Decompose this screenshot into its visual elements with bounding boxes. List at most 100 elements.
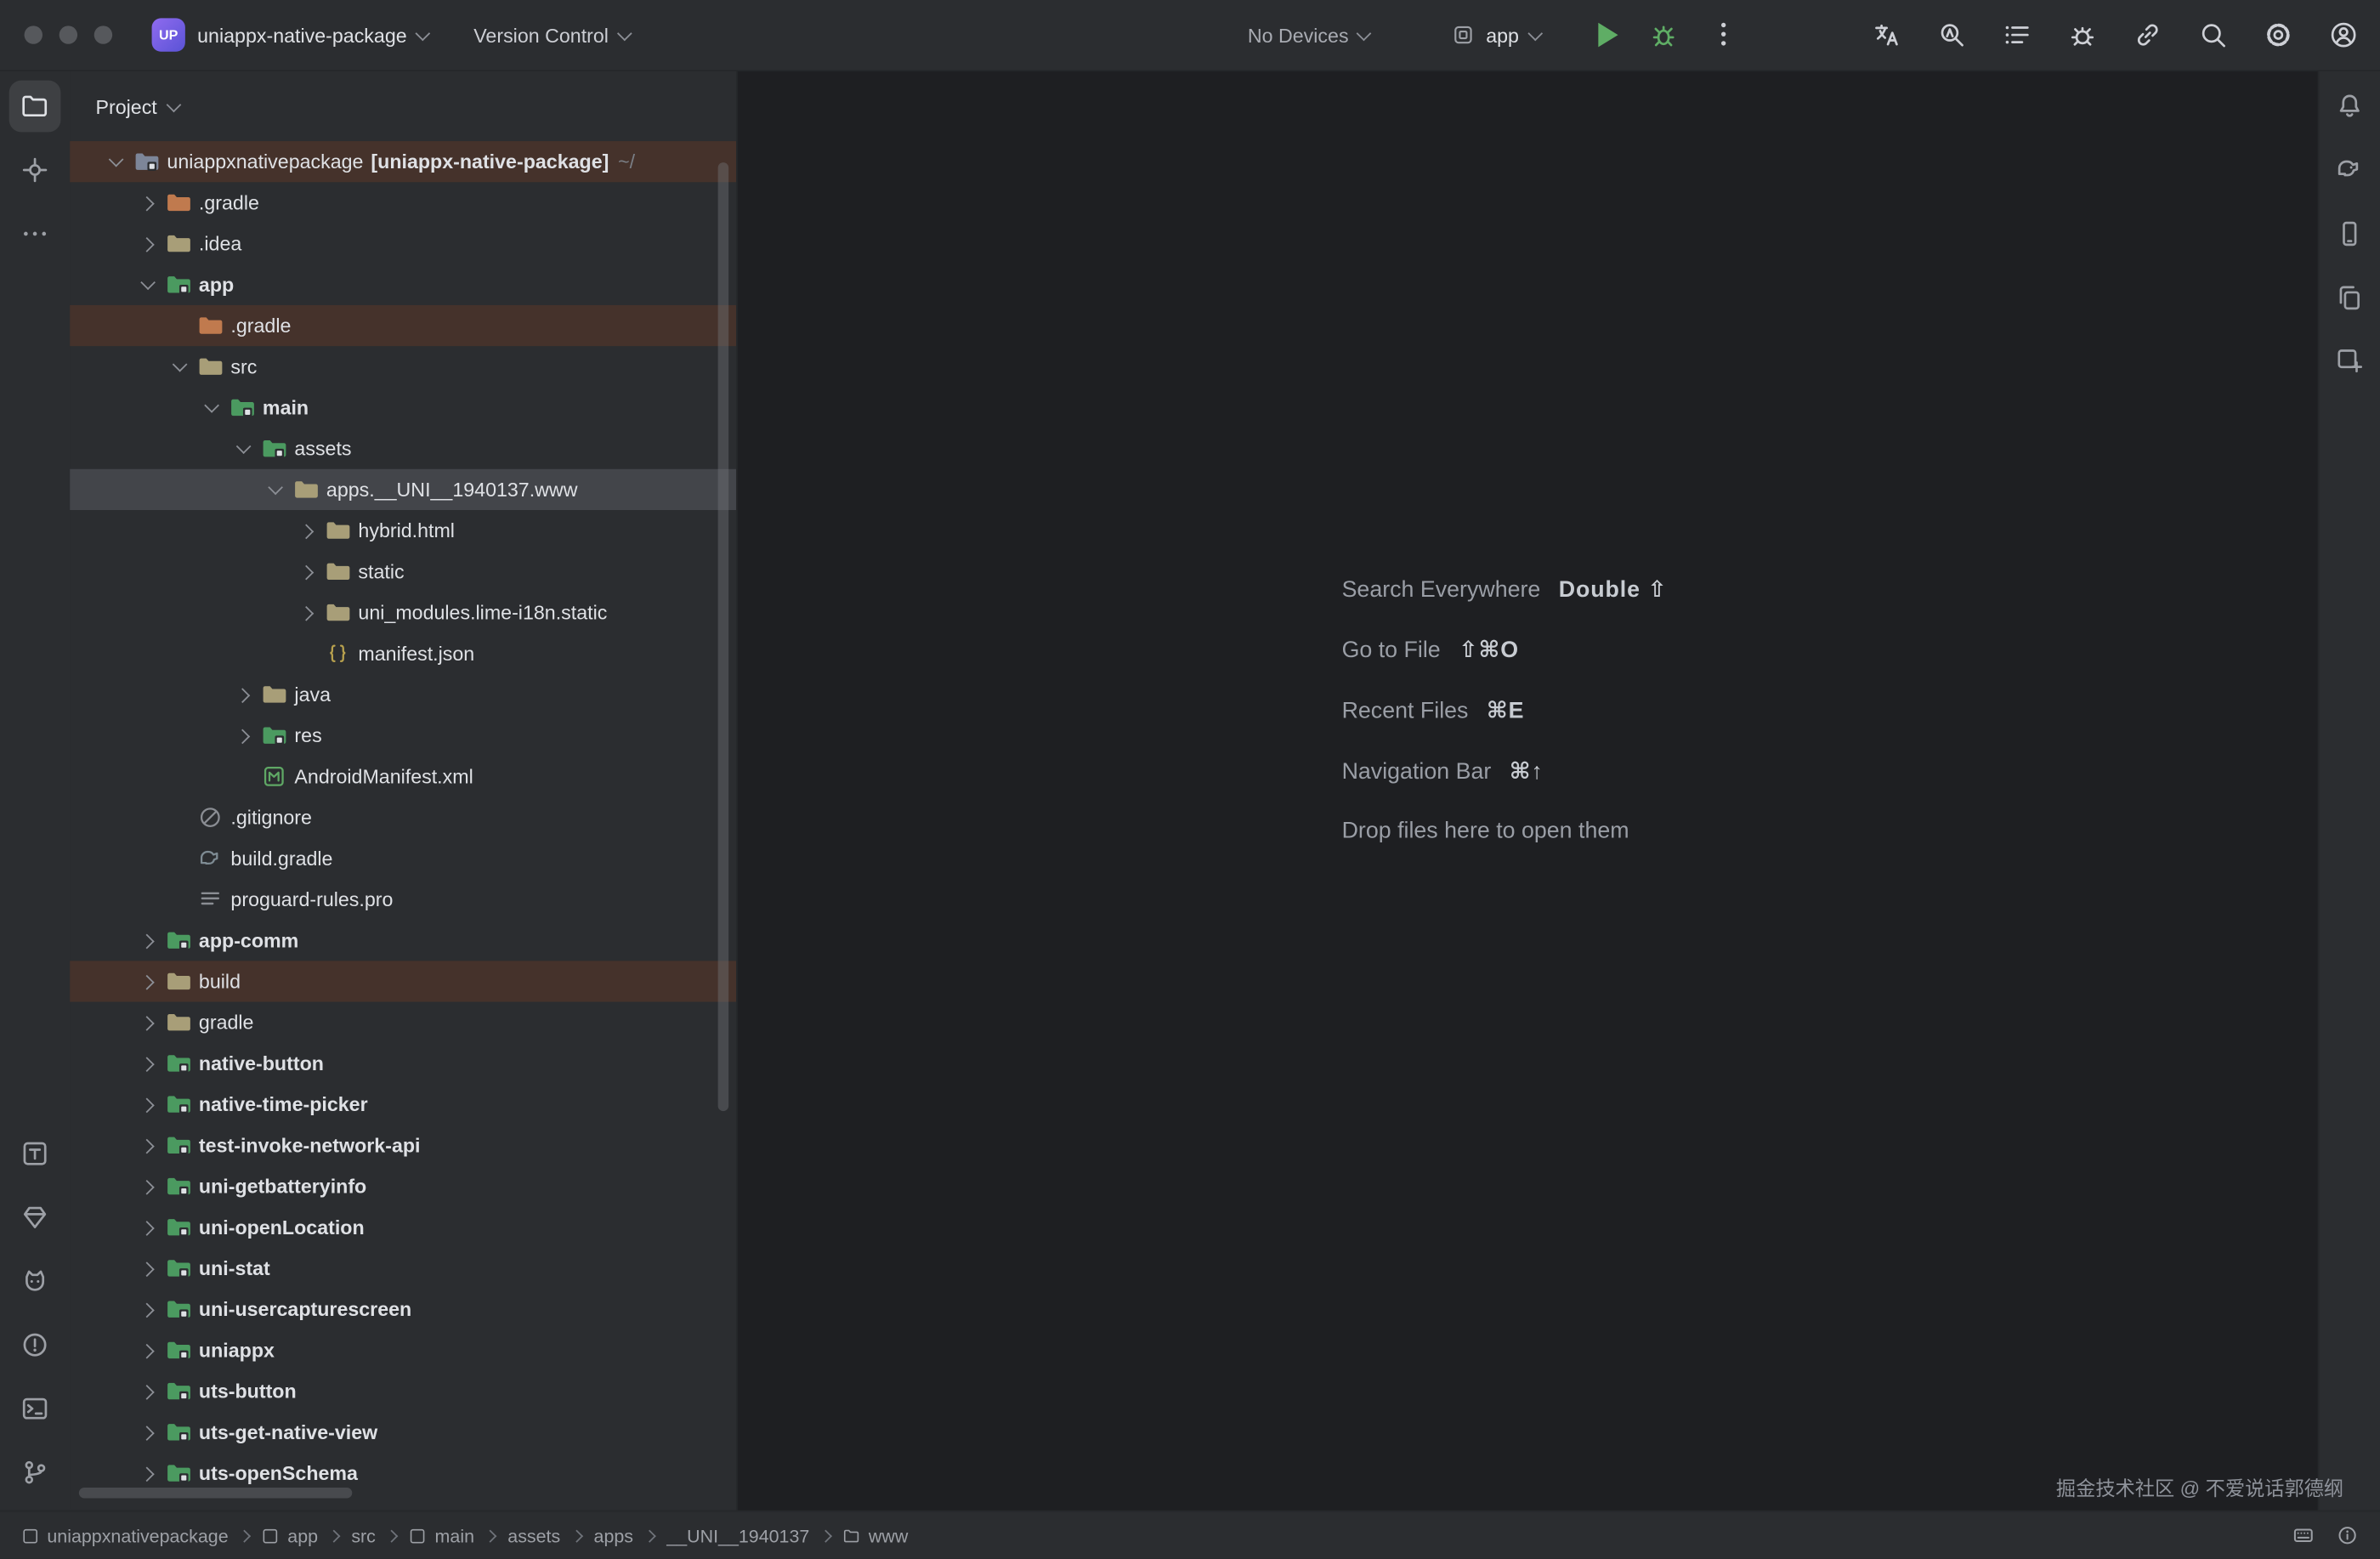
ai-assistant-icon[interactable]	[2057, 10, 2107, 60]
twisty-closed-icon[interactable]	[230, 682, 256, 707]
vcs-widget[interactable]: Version Control	[462, 12, 642, 58]
twisty-closed-icon[interactable]	[135, 1460, 161, 1486]
tree-item-uniappx[interactable]: uniappx	[70, 1329, 736, 1370]
account-icon[interactable]	[2318, 10, 2368, 60]
twisty-open-icon[interactable]	[103, 149, 128, 174]
tree-item-src[interactable]: src	[70, 346, 736, 387]
run-configuration-selector[interactable]: app	[1439, 12, 1552, 58]
tree-item-res[interactable]: res	[70, 715, 736, 756]
tree-item-build-gradle[interactable]: build.gradle	[70, 838, 736, 879]
tree-item-gradle[interactable]: gradle	[70, 1002, 736, 1043]
tree-item-gitignore[interactable]: .gitignore	[70, 797, 736, 837]
horizontal-scrollbar[interactable]	[79, 1488, 352, 1499]
breadcrumb-item-uniappxnativepackage[interactable]: uniappxnativepackage	[21, 1525, 229, 1546]
tree-item-native-button[interactable]: native-button	[70, 1043, 736, 1084]
terminal-icon[interactable]	[9, 1383, 61, 1435]
info-icon[interactable]	[2336, 1524, 2359, 1547]
notifications-icon[interactable]	[2324, 81, 2376, 133]
twisty-closed-icon[interactable]	[294, 558, 320, 584]
twisty-closed-icon[interactable]	[135, 230, 161, 256]
search-actions-icon[interactable]	[1926, 10, 1976, 60]
twisty-open-icon[interactable]	[167, 354, 192, 379]
twisty-closed-icon[interactable]	[135, 1091, 161, 1117]
tree-item-androidmanifest-xml[interactable]: AndroidManifest.xml	[70, 756, 736, 797]
breadcrumb-item-main[interactable]: main	[409, 1525, 474, 1546]
tree-item-uni-openlocation[interactable]: uni-openLocation	[70, 1207, 736, 1248]
tree-item-uts-button[interactable]: uts-button	[70, 1370, 736, 1411]
settings-icon[interactable]	[2252, 10, 2303, 60]
twisty-closed-icon[interactable]	[135, 1256, 161, 1281]
zoom-window-button[interactable]	[94, 26, 112, 43]
version-control-icon[interactable]	[9, 1447, 61, 1499]
tree-item-hybrid-html[interactable]: hybrid.html	[70, 510, 736, 551]
twisty-open-icon[interactable]	[135, 272, 161, 298]
tree-item-uni-getbatteryinfo[interactable]: uni-getbatteryinfo	[70, 1165, 736, 1206]
build-variants-icon[interactable]	[9, 1128, 61, 1180]
editor-hints-icon[interactable]	[2292, 1524, 2315, 1547]
twisty-closed-icon[interactable]	[135, 1009, 161, 1035]
tree-item-uts-get-native-view[interactable]: uts-get-native-view	[70, 1412, 736, 1453]
tree-item-main[interactable]: main	[70, 387, 736, 428]
device-selector[interactable]: No Devices	[1236, 12, 1382, 58]
twisty-closed-icon[interactable]	[135, 190, 161, 215]
tree-item-uni-modules-lime-i18n-static[interactable]: uni_modules.lime-i18n.static	[70, 592, 736, 632]
tree-item-static[interactable]: static	[70, 551, 736, 592]
breadcrumb-item-apps[interactable]: apps	[594, 1525, 633, 1546]
twisty-closed-icon[interactable]	[135, 927, 161, 953]
tree-item-assets[interactable]: assets	[70, 428, 736, 469]
twisty-closed-icon[interactable]	[294, 518, 320, 543]
breadcrumb-item-app[interactable]: app	[262, 1525, 318, 1546]
tree-item-uniappxnativepackage[interactable]: uniappxnativepackage[uniappx-native-pack…	[70, 141, 736, 182]
tree-item-uni-stat[interactable]: uni-stat	[70, 1248, 736, 1289]
project-panel-header[interactable]: Project	[70, 71, 736, 141]
tree-item-build[interactable]: build	[70, 961, 736, 1001]
twisty-closed-icon[interactable]	[135, 1378, 161, 1403]
search-icon[interactable]	[2187, 10, 2237, 60]
twisty-closed-icon[interactable]	[135, 1296, 161, 1322]
twisty-closed-icon[interactable]	[135, 1337, 161, 1363]
breadcrumb-item-uni-1940137[interactable]: __UNI__1940137	[666, 1525, 809, 1546]
minimize-window-button[interactable]	[60, 26, 77, 43]
twisty-closed-icon[interactable]	[294, 599, 320, 625]
layout-inspector-icon[interactable]	[2324, 336, 2376, 388]
twisty-closed-icon[interactable]	[135, 1173, 161, 1199]
tree-item-gradle[interactable]: .gradle	[70, 305, 736, 346]
project-icon[interactable]	[9, 81, 61, 133]
tree-item-idea[interactable]: .idea	[70, 223, 736, 264]
breadcrumb-item-src[interactable]: src	[351, 1525, 376, 1546]
tree-item-test-invoke-network-api[interactable]: test-invoke-network-api	[70, 1125, 736, 1165]
tree-item-uni-usercapturescreen[interactable]: uni-usercapturescreen	[70, 1289, 736, 1329]
tree-item-proguard-rules-pro[interactable]: proguard-rules.pro	[70, 879, 736, 920]
gradle-icon[interactable]	[2324, 145, 2376, 196]
tree-item-manifest-json[interactable]: manifest.json	[70, 633, 736, 674]
tree-item-apps-uni-1940137-www[interactable]: apps.__UNI__1940137.www	[70, 469, 736, 510]
logcat-icon[interactable]	[9, 1256, 61, 1307]
translate-icon[interactable]	[1861, 10, 1911, 60]
tree-item-app[interactable]: app	[70, 264, 736, 305]
twisty-closed-icon[interactable]	[135, 1132, 161, 1158]
tree-item-gradle[interactable]: .gradle	[70, 182, 736, 223]
device-manager-icon[interactable]	[2324, 208, 2376, 260]
vertical-scrollbar[interactable]	[718, 162, 729, 1111]
twisty-open-icon[interactable]	[263, 477, 288, 502]
more-tool-windows-icon[interactable]	[9, 208, 61, 260]
run-button[interactable]	[1590, 18, 1624, 51]
twisty-closed-icon[interactable]	[135, 1215, 161, 1240]
tree-item-app-comm[interactable]: app-comm	[70, 920, 736, 961]
twisty-closed-icon[interactable]	[135, 968, 161, 994]
twisty-closed-icon[interactable]	[230, 723, 256, 748]
device-explorer-icon[interactable]	[2324, 272, 2376, 324]
commit-icon[interactable]	[9, 145, 61, 196]
tree-item-native-time-picker[interactable]: native-time-picker	[70, 1084, 736, 1125]
twisty-closed-icon[interactable]	[135, 1051, 161, 1076]
breadcrumb-item-www[interactable]: www	[843, 1525, 909, 1546]
resource-manager-icon[interactable]	[9, 1192, 61, 1244]
problems-icon[interactable]	[9, 1319, 61, 1371]
breadcrumb-item-assets[interactable]: assets	[507, 1525, 560, 1546]
tree-item-java[interactable]: java	[70, 674, 736, 715]
link-icon[interactable]	[2122, 10, 2172, 60]
twisty-open-icon[interactable]	[199, 394, 224, 420]
twisty-open-icon[interactable]	[230, 435, 256, 461]
more-actions-button[interactable]	[1712, 20, 1735, 48]
todo-list-icon[interactable]	[1992, 10, 2042, 60]
